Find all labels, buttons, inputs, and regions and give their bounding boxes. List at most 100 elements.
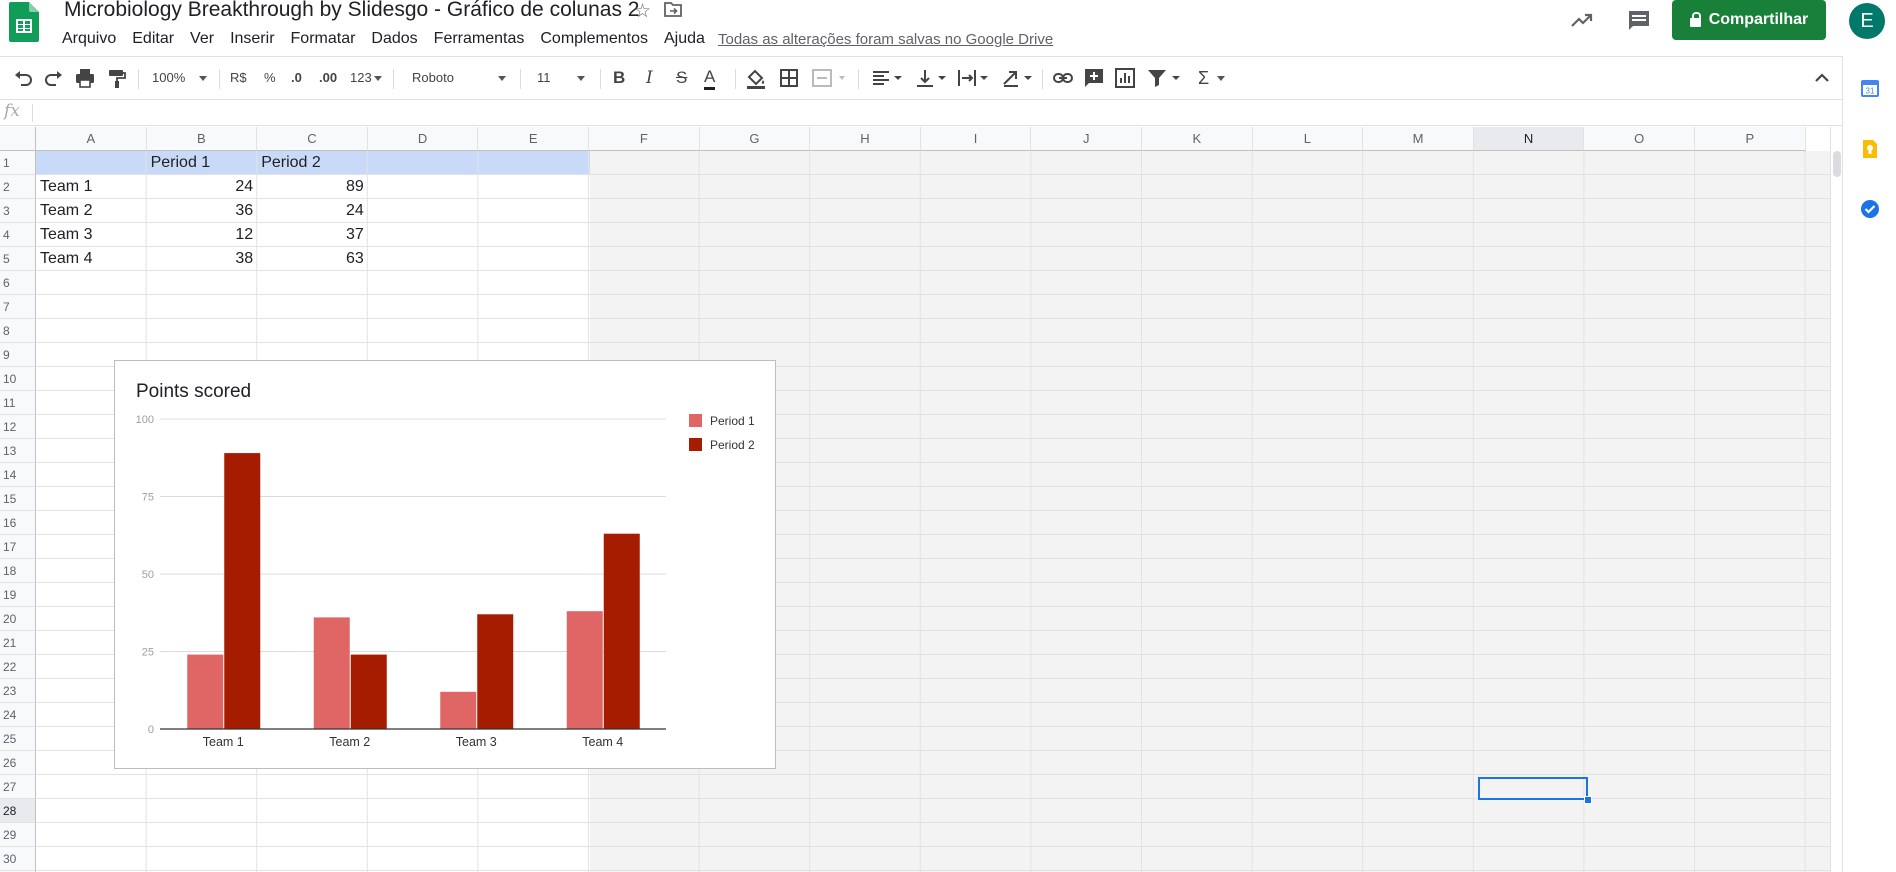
bar-team-3-series-2[interactable] xyxy=(477,614,514,729)
row-header-26[interactable]: 26 xyxy=(0,751,36,775)
column-header-c[interactable]: C xyxy=(257,127,368,151)
insert-comment-icon[interactable] xyxy=(1083,67,1105,89)
cell-c5[interactable]: 63 xyxy=(257,247,368,271)
row-header-24[interactable]: 24 xyxy=(0,703,36,727)
menu-ajuda[interactable]: Ajuda xyxy=(664,30,705,52)
row-header-19[interactable]: 19 xyxy=(0,583,36,607)
calendar-icon[interactable]: 31 xyxy=(1860,78,1880,98)
star-icon[interactable]: ☆ xyxy=(634,0,651,23)
share-button[interactable]: Compartilhar xyxy=(1672,0,1826,40)
redo-icon[interactable] xyxy=(43,67,65,89)
menu-complementos[interactable]: Complementos xyxy=(540,30,648,52)
menu-ver[interactable]: Ver xyxy=(190,30,214,52)
menu-dados[interactable]: Dados xyxy=(371,30,417,52)
text-color-button[interactable]: A xyxy=(704,67,716,90)
insert-link-icon[interactable] xyxy=(1052,67,1074,89)
borders-icon[interactable] xyxy=(778,67,800,89)
italic-button[interactable]: I xyxy=(646,67,653,89)
column-header-a[interactable]: A xyxy=(36,127,147,151)
bar-team-1-series-1[interactable] xyxy=(187,654,224,729)
filter-icon[interactable] xyxy=(1146,67,1182,89)
bar-team-1-series-2[interactable] xyxy=(224,453,261,729)
currency-format-button[interactable]: R$ xyxy=(230,67,247,89)
cell-c4[interactable]: 37 xyxy=(257,223,368,247)
bar-team-4-series-1[interactable] xyxy=(566,611,603,729)
cell-a2[interactable]: Team 1 xyxy=(36,175,147,199)
collapse-menus-icon[interactable] xyxy=(1812,67,1832,89)
functions-button[interactable]: Σ xyxy=(1198,67,1226,89)
menu-formatar[interactable]: Formatar xyxy=(291,30,356,52)
row-header-9[interactable]: 9 xyxy=(0,343,36,367)
column-header-i[interactable]: I xyxy=(920,127,1032,151)
row-header-8[interactable]: 8 xyxy=(0,319,36,343)
row-header-7[interactable]: 7 xyxy=(0,295,36,319)
row-header-1[interactable]: 1 xyxy=(0,151,36,175)
column-header-b[interactable]: B xyxy=(146,127,258,151)
row-header-20[interactable]: 20 xyxy=(0,607,36,631)
keep-icon[interactable] xyxy=(1860,139,1880,159)
bar-team-2-series-1[interactable] xyxy=(313,617,350,729)
bar-team-2-series-2[interactable] xyxy=(350,654,387,729)
row-header-11[interactable]: 11 xyxy=(0,391,36,415)
account-avatar[interactable]: E xyxy=(1849,3,1885,39)
column-header-j[interactable]: J xyxy=(1031,127,1142,151)
spreadsheet-grid[interactable]: ABCDEFGHIJKLMNOP 1 2 3 4 5 6 7 8 9 10 11 12 13 14 15 16… xyxy=(0,127,1830,872)
column-header-p[interactable]: P xyxy=(1695,127,1806,151)
comments-icon[interactable] xyxy=(1627,10,1651,32)
row-header-14[interactable]: 14 xyxy=(0,463,36,487)
vertical-scrollbar[interactable] xyxy=(1830,127,1842,872)
cell-b3[interactable]: 36 xyxy=(147,199,258,223)
row-header-6[interactable]: 6 xyxy=(0,271,36,295)
fill-handle[interactable] xyxy=(1584,796,1592,804)
bold-button[interactable]: B xyxy=(613,67,625,89)
select-all-corner[interactable] xyxy=(0,127,36,151)
scrollbar-thumb[interactable] xyxy=(1833,151,1841,177)
cell-a4[interactable]: Team 3 xyxy=(36,223,147,247)
cell-a5[interactable]: Team 4 xyxy=(36,247,147,271)
increase-decimal-button[interactable]: .00 xyxy=(319,67,337,89)
column-header-l[interactable]: L xyxy=(1252,127,1364,151)
sheets-logo-icon[interactable] xyxy=(9,2,39,42)
column-header-e[interactable]: E xyxy=(478,127,589,151)
decrease-decimal-button[interactable]: .0 xyxy=(291,67,302,89)
row-header-12[interactable]: 12 xyxy=(0,415,36,439)
row-header-17[interactable]: 17 xyxy=(0,535,36,559)
undo-icon[interactable] xyxy=(12,67,34,89)
menu-arquivo[interactable]: Arquivo xyxy=(62,30,116,52)
paint-format-icon[interactable] xyxy=(106,67,128,89)
cell-c2[interactable]: 89 xyxy=(257,175,368,199)
merge-cells-icon[interactable] xyxy=(811,67,847,89)
text-rotation-icon[interactable] xyxy=(1000,67,1034,89)
menu-editar[interactable]: Editar xyxy=(132,30,174,52)
column-header-h[interactable]: H xyxy=(810,127,921,151)
strikethrough-button[interactable]: S xyxy=(676,67,687,89)
row-header-28[interactable]: 28 xyxy=(0,799,36,823)
column-header-g[interactable]: G xyxy=(699,127,811,151)
font-family-select[interactable]: Roboto xyxy=(412,67,506,89)
column-header-m[interactable]: M xyxy=(1363,127,1474,151)
menu-inserir[interactable]: Inserir xyxy=(230,30,274,52)
column-header-f[interactable]: F xyxy=(589,127,700,151)
column-header-d[interactable]: D xyxy=(367,127,479,151)
row-header-22[interactable]: 22 xyxy=(0,655,36,679)
bar-team-4-series-2[interactable] xyxy=(603,533,640,729)
formula-bar[interactable]: fx xyxy=(0,100,1842,126)
row-header-2[interactable]: 2 xyxy=(0,175,36,199)
row-header-16[interactable]: 16 xyxy=(0,511,36,535)
cell-b5[interactable]: 38 xyxy=(147,247,258,271)
menu-ferramentas[interactable]: Ferramentas xyxy=(434,30,525,52)
font-size-select[interactable]: 11 xyxy=(537,67,585,89)
bar-team-3-series-1[interactable] xyxy=(440,691,477,729)
tasks-icon[interactable] xyxy=(1860,199,1880,219)
column-header-k[interactable]: K xyxy=(1142,127,1253,151)
cell-c3[interactable]: 24 xyxy=(257,199,368,223)
save-status-link[interactable]: Todas as alterações foram salvas no Goog… xyxy=(718,31,1053,48)
row-header-25[interactable]: 25 xyxy=(0,727,36,751)
activity-trend-icon[interactable] xyxy=(1570,10,1594,30)
cell-c1[interactable]: Period 2 xyxy=(257,151,368,175)
row-header-30[interactable]: 30 xyxy=(0,847,36,871)
row-header-27[interactable]: 27 xyxy=(0,775,36,799)
percent-format-button[interactable]: % xyxy=(264,67,276,89)
column-header-o[interactable]: O xyxy=(1584,127,1695,151)
cell-a3[interactable]: Team 2 xyxy=(36,199,147,223)
